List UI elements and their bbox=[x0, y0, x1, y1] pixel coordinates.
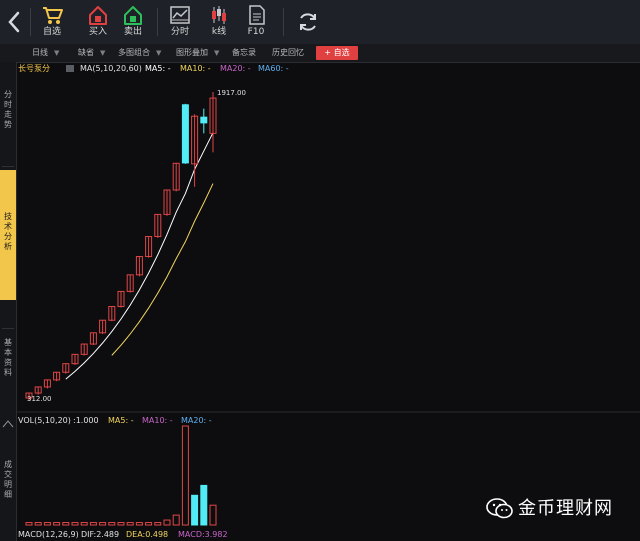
ma5-line bbox=[65, 132, 214, 380]
add-watchlist-button[interactable]: + 自选 bbox=[316, 46, 358, 60]
tab-memo[interactable]: 备忘录 bbox=[232, 46, 256, 60]
volume-bar bbox=[181, 425, 189, 526]
f10-button[interactable]: F10 bbox=[236, 4, 276, 42]
volume-bar bbox=[209, 504, 217, 526]
tab-label: 图形叠加 bbox=[176, 48, 208, 57]
tab-label: 历史回忆 bbox=[272, 48, 304, 57]
document-icon bbox=[249, 5, 265, 25]
cart-icon bbox=[43, 7, 63, 24]
chevron-left-icon bbox=[8, 11, 20, 33]
volume-bar bbox=[43, 522, 51, 526]
high-price-label: 1917.00 bbox=[217, 89, 246, 97]
moving-average-lines bbox=[65, 132, 214, 380]
sidebar-item-label: 分时走势 bbox=[4, 90, 12, 129]
sidebar-divider bbox=[2, 166, 14, 167]
period-tabbar: 日线 ▼ 缺省 ▼ 多图组合 ▼ 图形叠加 ▼ 备忘录 历史回忆 + 自选 bbox=[0, 44, 640, 63]
volume-bar bbox=[126, 522, 134, 526]
volume-bar bbox=[135, 522, 143, 526]
tab-label: 多图组合 bbox=[118, 48, 150, 57]
tab-label: 缺省 bbox=[78, 48, 94, 57]
sell-label: 卖出 bbox=[123, 27, 142, 37]
kline-chart[interactable]: 1917.00 312.00 bbox=[16, 62, 640, 541]
volume-bar bbox=[200, 484, 208, 526]
macd-value: MACD:3.982 bbox=[178, 530, 228, 539]
timeshare-chart-icon bbox=[170, 6, 190, 24]
refresh-icon bbox=[300, 13, 316, 31]
dropdown-arrow-icon: ▼ bbox=[54, 49, 60, 57]
volume-bar bbox=[145, 522, 153, 526]
volume-bar bbox=[99, 522, 107, 526]
refresh-button[interactable] bbox=[296, 10, 320, 34]
candle-body bbox=[181, 104, 189, 164]
volume-bar bbox=[89, 522, 97, 526]
house-buy-icon bbox=[89, 6, 107, 25]
vol-value: :1.000 bbox=[73, 416, 99, 425]
collapse-arrow-icon[interactable] bbox=[2, 418, 14, 428]
macd-params: MACD(12,26,9) bbox=[18, 530, 79, 539]
watermark-text: 金币理财网 bbox=[518, 498, 613, 519]
volume-bar bbox=[191, 494, 199, 526]
toolbar-divider bbox=[283, 8, 284, 36]
tab-label: 日线 bbox=[32, 48, 48, 57]
volume-bars bbox=[25, 425, 217, 526]
candlestick-icon bbox=[212, 6, 226, 24]
watchlist-label: 自选 bbox=[42, 27, 61, 37]
toolbar-divider bbox=[157, 8, 158, 36]
house-sell-icon bbox=[124, 6, 142, 25]
candles bbox=[25, 92, 217, 401]
tab-daily[interactable]: 日线 ▼ bbox=[32, 46, 59, 60]
buy-button[interactable]: 买入 bbox=[78, 4, 118, 42]
vol-ma10: MA10: - bbox=[142, 416, 173, 425]
volume-bar bbox=[108, 522, 116, 526]
sidebar-item-profile[interactable]: 基本资料 bbox=[0, 338, 16, 378]
volume-bar bbox=[34, 522, 42, 526]
watermark: 金币理财网 bbox=[486, 495, 640, 523]
ma10-line bbox=[111, 183, 214, 356]
tab-default[interactable]: 缺省 ▼ bbox=[78, 46, 105, 60]
volume-bar bbox=[62, 522, 70, 526]
dropdown-arrow-icon: ▼ bbox=[214, 49, 220, 57]
f10-label: F10 bbox=[247, 27, 265, 37]
sidebar-item-trades[interactable]: 成交明细 bbox=[0, 460, 16, 500]
volume-bar bbox=[80, 522, 88, 526]
timeshare-button[interactable]: 分时 bbox=[160, 4, 200, 42]
sidebar-item-label: 基本资料 bbox=[4, 338, 12, 377]
volume-bar bbox=[172, 514, 180, 526]
low-price-label: 312.00 bbox=[27, 395, 52, 403]
sidebar-item-timeshare[interactable]: 分时走势 bbox=[0, 90, 16, 130]
vol-ma5: MA5: - bbox=[108, 416, 134, 425]
sidebar-item-label: 成交明细 bbox=[4, 460, 12, 499]
timeshare-label: 分时 bbox=[170, 27, 189, 37]
back-button[interactable] bbox=[4, 8, 26, 36]
tab-overlay[interactable]: 图形叠加 ▼ bbox=[176, 46, 219, 60]
candle-body bbox=[200, 116, 208, 124]
volume-bar bbox=[163, 519, 171, 526]
vol-params: VOL(5,10,20) bbox=[18, 416, 71, 425]
tab-history[interactable]: 历史回忆 bbox=[272, 46, 304, 60]
watchlist-button[interactable]: 自选 bbox=[32, 4, 72, 42]
toolbar-divider bbox=[30, 8, 31, 36]
volume-bar bbox=[53, 522, 61, 526]
sidebar-divider bbox=[2, 328, 14, 329]
buy-label: 买入 bbox=[88, 27, 107, 37]
sell-button[interactable]: 卖出 bbox=[113, 4, 153, 42]
volume-bar bbox=[25, 522, 33, 526]
tab-label: 备忘录 bbox=[232, 48, 256, 57]
tab-multi-chart[interactable]: 多图组合 ▼ bbox=[118, 46, 161, 60]
sidebar-item-technical[interactable]: 技术分析 bbox=[0, 170, 16, 300]
macd-dif: DIF:2.489 bbox=[81, 530, 120, 539]
dropdown-arrow-icon: ▼ bbox=[156, 49, 162, 57]
volume-bar bbox=[71, 522, 79, 526]
sidebar-item-label: 技术分析 bbox=[4, 212, 12, 251]
volume-bar bbox=[117, 522, 125, 526]
wechat-icon bbox=[486, 498, 513, 519]
volume-bar bbox=[154, 522, 162, 526]
kline-label: k线 bbox=[211, 27, 227, 37]
toolbar: 自选 买入 卖出 分时 k线 F10 bbox=[0, 0, 640, 45]
dropdown-arrow-icon: ▼ bbox=[100, 49, 106, 57]
macd-dea: DEA:0.498 bbox=[126, 530, 169, 539]
vol-ma20: MA20: - bbox=[181, 416, 212, 425]
sidebar: 分时走势 技术分析 基本资料 成交明细 bbox=[0, 62, 17, 541]
kline-button[interactable]: k线 bbox=[199, 4, 239, 42]
